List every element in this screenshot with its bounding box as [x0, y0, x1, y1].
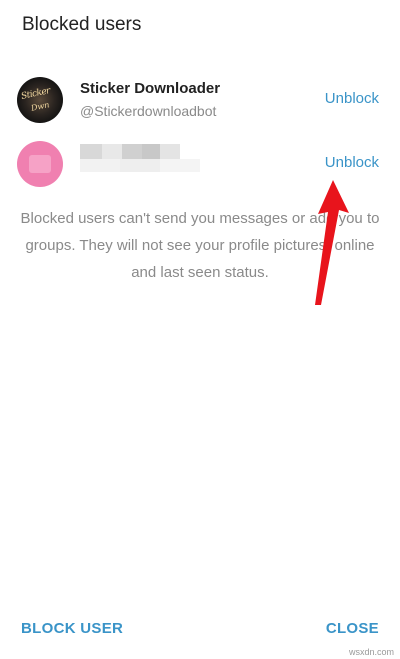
watermark: wsxdn.com — [348, 647, 394, 657]
avatar-sticker-text: Dwn — [30, 100, 51, 113]
avatar[interactable]: Sticker Dwn — [17, 77, 63, 123]
avatar-pixelated — [29, 155, 51, 173]
dialog-title: Blocked users — [22, 14, 142, 35]
user-name: Sticker Downloader — [80, 80, 221, 97]
avatar[interactable] — [17, 141, 63, 187]
unblock-button[interactable]: Unblock — [325, 154, 379, 171]
blocked-users-dialog: Blocked users Sticker Dwn Sticker Downlo… — [0, 0, 400, 659]
blocked-user-row[interactable]: Unblock — [0, 136, 400, 192]
blocked-info-text: Blocked users can't send you messages or… — [20, 210, 380, 281]
blocked-user-row[interactable]: Sticker Dwn Sticker Downloader @Stickerd… — [0, 72, 400, 128]
close-button[interactable]: CLOSE — [326, 620, 379, 637]
unblock-button[interactable]: Unblock — [325, 90, 379, 107]
block-user-button[interactable]: BLOCK USER — [21, 620, 123, 637]
user-handle: @Stickerdownloadbot — [80, 103, 217, 119]
